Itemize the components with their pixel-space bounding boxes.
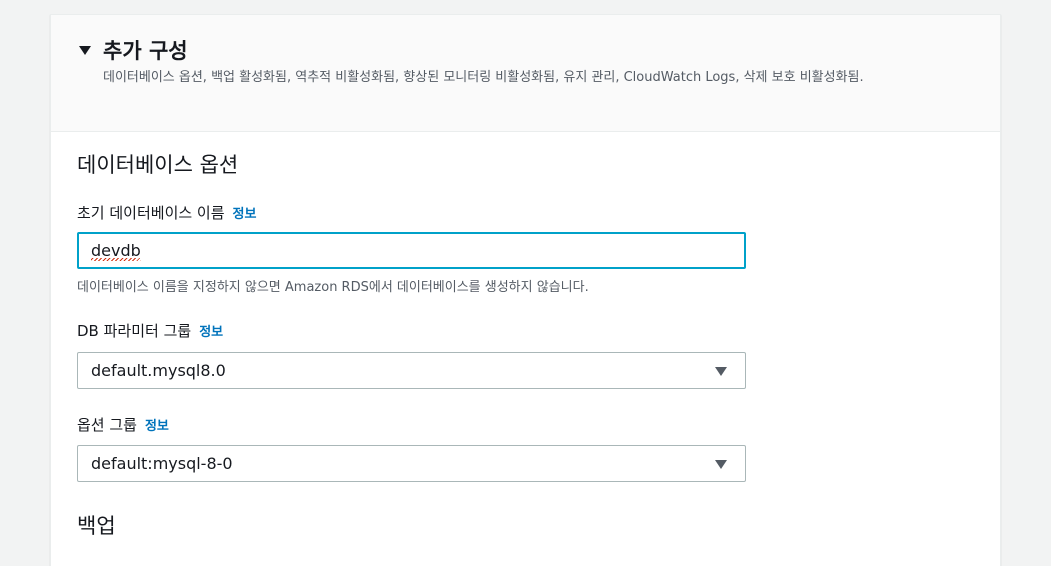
option-group-label-text: 옵션 그룹 [77,416,137,434]
parameter-group-label: DB 파라미터 그룹 정보 [77,320,223,341]
option-group-value: default:mysql-8-0 [91,454,233,473]
caret-down-icon [715,367,727,376]
additional-config-panel: 추가 구성 데이터베이스 옵션, 백업 활성화됨, 역추적 비활성화됨, 향상된… [50,14,1001,566]
section-description: 데이터베이스 옵션, 백업 활성화됨, 역추적 비활성화됨, 향상된 모니터링 … [103,70,864,85]
initial-db-name-label: 초기 데이터베이스 이름 정보 [77,202,256,223]
backup-heading: 백업 [77,514,116,538]
initial-db-name-info-link[interactable]: 정보 [233,207,257,222]
option-group-label: 옵션 그룹 정보 [77,414,169,435]
initial-db-name-helper: 데이터베이스 이름을 지정하지 않으면 Amazon RDS에서 데이터베이스를… [77,280,589,295]
parameter-group-value: default.mysql8.0 [91,361,226,380]
section-title[interactable]: 추가 구성 [103,35,188,65]
option-group-info-link[interactable]: 정보 [145,419,169,434]
parameter-group-label-text: DB 파라미터 그룹 [77,322,192,340]
caret-down-icon [715,460,727,469]
initial-db-name-input[interactable] [77,232,746,269]
expand-caret-icon[interactable] [79,46,91,55]
parameter-group-select[interactable]: default.mysql8.0 [77,352,746,389]
initial-db-name-label-text: 초기 데이터베이스 이름 [77,204,225,222]
option-group-select[interactable]: default:mysql-8-0 [77,445,746,482]
parameter-group-info-link[interactable]: 정보 [199,325,223,340]
section-header[interactable]: 추가 구성 데이터베이스 옵션, 백업 활성화됨, 역추적 비활성화됨, 향상된… [51,15,1000,132]
db-options-heading: 데이터베이스 옵션 [77,153,239,177]
